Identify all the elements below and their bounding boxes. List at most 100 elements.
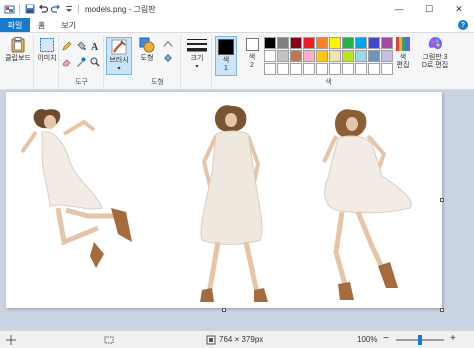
image-size-icon	[206, 335, 216, 345]
brushes-button[interactable]: 브러시 ▾	[106, 37, 132, 75]
outline-icon[interactable]	[163, 39, 173, 49]
palette-swatch[interactable]	[381, 63, 393, 75]
resize-handle-bottom[interactable]	[222, 308, 226, 312]
clipboard-group: 클립보드	[2, 35, 34, 89]
palette-swatch[interactable]	[381, 37, 393, 49]
palette-swatch[interactable]	[290, 63, 302, 75]
palette-swatch[interactable]	[329, 63, 341, 75]
pencil-icon[interactable]	[62, 41, 72, 51]
palette-swatch[interactable]	[316, 50, 328, 62]
palette-swatch[interactable]	[355, 37, 367, 49]
tools-group-label: 도구	[75, 79, 88, 86]
palette-swatch[interactable]	[342, 37, 354, 49]
color-palette	[264, 37, 393, 75]
text-tool-icon[interactable]: A	[90, 41, 100, 51]
zoom-percent: 100%	[357, 335, 378, 344]
palette-swatch[interactable]	[329, 37, 341, 49]
palette-swatch[interactable]	[381, 50, 393, 62]
maximize-button[interactable]: ☐	[414, 0, 444, 18]
undo-icon[interactable]	[37, 4, 48, 15]
magnifier-icon[interactable]	[90, 57, 100, 67]
palette-swatch[interactable]	[277, 37, 289, 49]
fill-bucket-icon[interactable]	[76, 41, 86, 51]
palette-swatch[interactable]	[368, 37, 380, 49]
palette-swatch[interactable]	[329, 50, 341, 62]
edit-colors-button[interactable]: 색 편집	[393, 36, 413, 70]
palette-swatch[interactable]	[368, 50, 380, 62]
palette-swatch[interactable]	[264, 50, 276, 62]
zoom-slider[interactable]	[396, 335, 444, 345]
dropdown-arrow-icon: ▾	[195, 64, 199, 70]
help-button[interactable]: ?	[458, 20, 468, 30]
palette-swatch[interactable]	[316, 37, 328, 49]
tab-file[interactable]: 파일	[0, 18, 30, 32]
color2-button[interactable]: 색 2	[242, 36, 262, 70]
zoom-out-button[interactable]: −	[383, 333, 389, 344]
palette-swatch[interactable]	[277, 50, 289, 62]
shapes-label: 도형	[140, 55, 154, 62]
size-label: 크기	[190, 55, 204, 62]
palette-swatch[interactable]	[277, 63, 289, 75]
color2-label: 색 2	[248, 54, 256, 69]
paint-window: models.png - 그림판 — ☐ ✕ 파일 홈 보기 ? 클립보드 이미…	[0, 0, 474, 348]
paint3d-label: 그림판 3 D로 편집	[421, 54, 449, 69]
clipboard-label: 클립보드	[5, 55, 31, 62]
shapes-group: 도형 도형	[135, 35, 181, 89]
resize-handle-corner[interactable]	[440, 308, 444, 312]
palette-swatch[interactable]	[290, 37, 302, 49]
separator	[19, 4, 20, 14]
minimize-button[interactable]: —	[384, 0, 414, 18]
palette-swatch[interactable]	[290, 50, 302, 62]
palette-swatch[interactable]	[368, 63, 380, 75]
eraser-icon[interactable]	[62, 57, 72, 67]
clipboard-icon	[10, 37, 26, 53]
fill-icon[interactable]	[163, 53, 173, 63]
clipboard-button[interactable]: 클립보드	[4, 37, 32, 63]
line-width-icon	[186, 37, 208, 53]
size-button[interactable]: 크기 ▾	[184, 37, 210, 71]
select-icon	[39, 37, 55, 53]
image-button[interactable]: 이미지	[36, 37, 58, 63]
paint-app-icon[interactable]	[4, 4, 15, 15]
close-button[interactable]: ✕	[444, 0, 474, 18]
svg-text:A: A	[91, 42, 99, 51]
palette-swatch[interactable]	[303, 63, 315, 75]
tab-view[interactable]: 보기	[53, 18, 84, 32]
palette-swatch[interactable]	[342, 50, 354, 62]
image-group: 이미지	[35, 35, 59, 89]
customize-toolbar-icon[interactable]	[63, 4, 74, 15]
selection-size-icon	[104, 335, 114, 345]
image-canvas[interactable]	[6, 92, 442, 308]
zoom-in-button[interactable]: +	[450, 333, 456, 344]
edit-with-paint3d-button[interactable]: 그림판 3 D로 편집	[418, 36, 452, 70]
palette-swatch[interactable]	[264, 37, 276, 49]
palette-swatch[interactable]	[342, 63, 354, 75]
zoom-slider-thumb[interactable]	[418, 335, 422, 345]
size-group: 크기 ▾	[182, 35, 212, 89]
cursor-position-icon	[6, 335, 16, 345]
resize-handle-right[interactable]	[440, 198, 444, 202]
image-size-text: 764 × 379px	[219, 335, 264, 344]
color1-button[interactable]: 색 1	[215, 36, 237, 76]
palette-swatch[interactable]	[355, 50, 367, 62]
redo-icon[interactable]	[50, 4, 61, 15]
brushes-label: 브러시	[109, 57, 129, 64]
color-picker-icon[interactable]	[76, 57, 86, 67]
save-icon[interactable]	[24, 4, 35, 15]
shapes-button[interactable]: 도형	[136, 37, 158, 63]
dropdown-arrow-icon: ▾	[117, 66, 121, 72]
tab-home[interactable]: 홈	[30, 18, 53, 32]
palette-swatch[interactable]	[303, 37, 315, 49]
palette-swatch[interactable]	[264, 63, 276, 75]
shapes-group-label: 도형	[151, 79, 164, 86]
color2-swatch	[245, 38, 259, 51]
palette-swatch[interactable]	[303, 50, 315, 62]
color1-swatch	[218, 39, 234, 55]
palette-swatch[interactable]	[355, 63, 367, 75]
separator	[78, 4, 79, 14]
shapes-icon	[139, 37, 155, 53]
canvas-workarea	[0, 90, 474, 330]
brush-icon	[111, 39, 127, 55]
edit-colors-icon	[395, 36, 411, 52]
palette-swatch[interactable]	[316, 63, 328, 75]
